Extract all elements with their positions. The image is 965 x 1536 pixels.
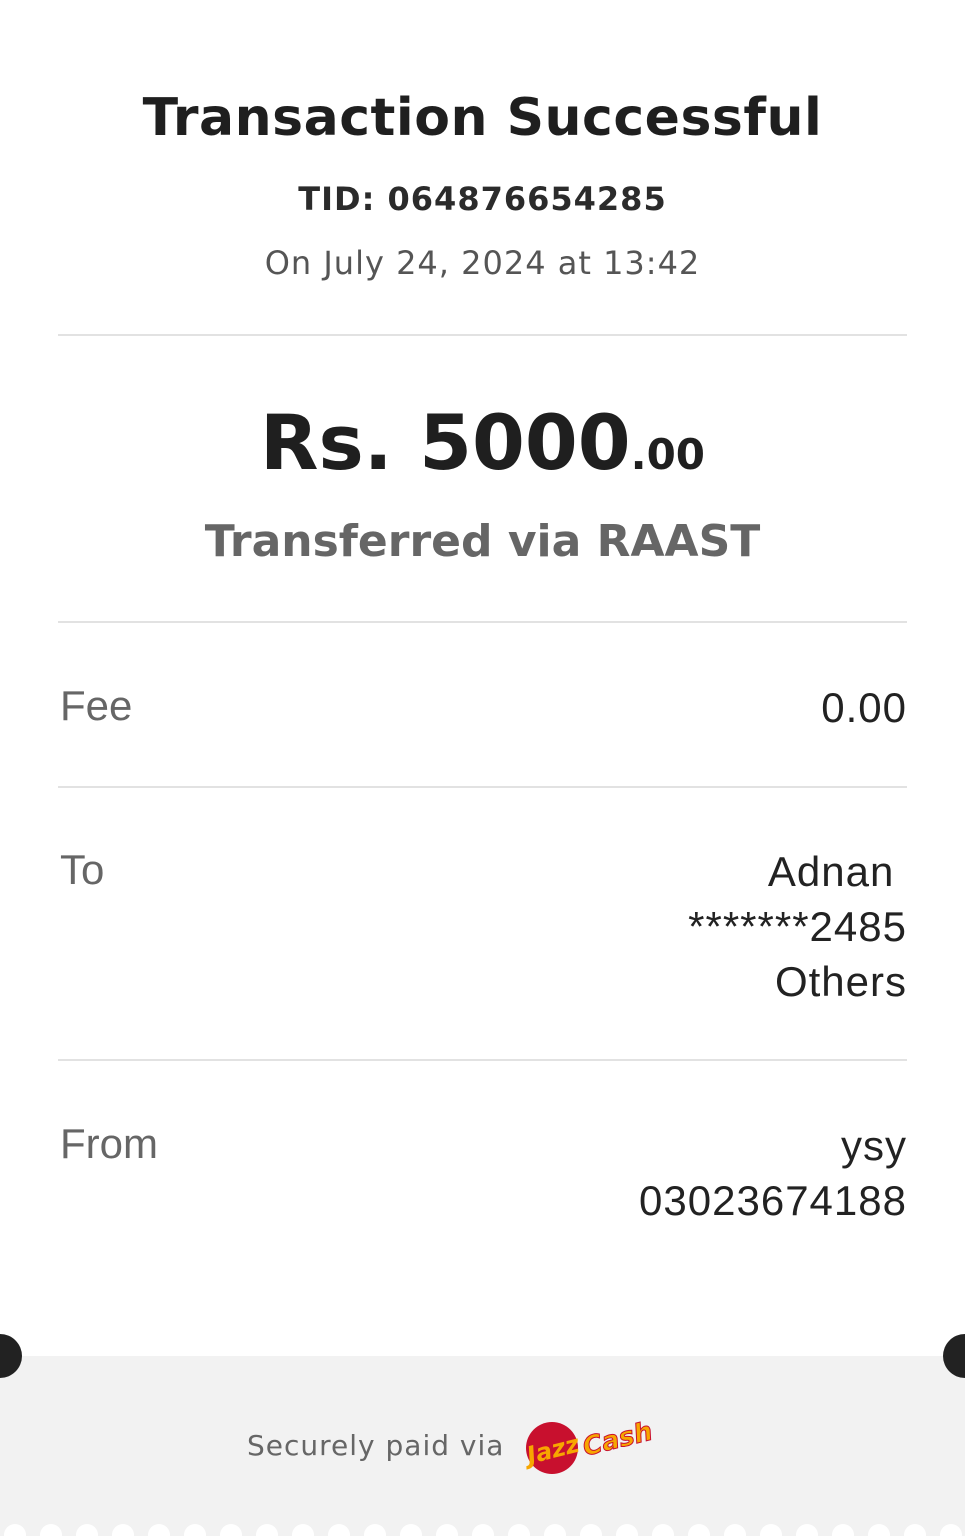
scallop-dot <box>112 1524 134 1536</box>
scallop-dot <box>724 1524 746 1536</box>
scallop-dot <box>40 1524 62 1536</box>
divider <box>58 621 907 623</box>
recipient-name: Adnan <box>767 848 907 895</box>
from-label: From <box>60 1120 158 1167</box>
scallop-dot <box>760 1524 782 1536</box>
transaction-datetime: On July 24, 2024 at 13:42 <box>264 244 701 282</box>
divider <box>58 1059 907 1061</box>
receipt-footer: Securely paid via Jazz Cash <box>0 1356 965 1536</box>
scallop-dot <box>652 1524 674 1536</box>
scallop-dot <box>184 1524 206 1536</box>
transaction-receipt: Transaction Successful TID: 064876654285… <box>0 0 965 1536</box>
page-title: Transaction Successful <box>142 88 823 148</box>
jazzcash-logo: Jazz Cash <box>520 1416 656 1474</box>
scallop-dot <box>508 1524 530 1536</box>
scallop-dot <box>76 1524 98 1536</box>
scalloped-edge <box>0 1522 965 1536</box>
sender-name: ysy <box>841 1122 907 1169</box>
scallop-dot <box>832 1524 854 1536</box>
recipient-account: *******2485 <box>688 903 907 950</box>
scallop-dot <box>328 1524 350 1536</box>
sender-account: 03023674188 <box>639 1177 907 1224</box>
to-label: To <box>60 846 105 893</box>
scallop-dot <box>400 1524 422 1536</box>
fee-label: Fee <box>60 682 133 729</box>
scallop-dot <box>436 1524 458 1536</box>
scallop-dot <box>544 1524 566 1536</box>
amount-main: Rs. 5000 <box>259 398 631 487</box>
scallop-dot <box>148 1524 170 1536</box>
scallop-dot <box>292 1524 314 1536</box>
from-value: ysy 03023674188 <box>639 1118 907 1228</box>
scallop-dot <box>220 1524 242 1536</box>
recipient-bank: Others <box>774 958 907 1005</box>
secure-paid-text: Securely paid via <box>247 1429 505 1462</box>
scallop-dot <box>616 1524 638 1536</box>
fee-value: 0.00 <box>821 680 907 735</box>
scallop-dot <box>796 1524 818 1536</box>
to-value: Adnan *******2485 Others <box>688 844 907 1009</box>
divider <box>58 334 907 336</box>
scallop-dot <box>904 1524 926 1536</box>
scallop-dot <box>688 1524 710 1536</box>
scallop-dot <box>472 1524 494 1536</box>
amount: Rs. 5000.00 <box>0 398 965 487</box>
scallop-dot <box>364 1524 386 1536</box>
fee-amount: 0.00 <box>821 684 907 731</box>
scallop-dot <box>940 1524 962 1536</box>
transaction-id: TID: 064876654285 <box>298 180 667 218</box>
logo-cash-text: Cash <box>580 1417 656 1463</box>
transfer-method: Transferred via RAAST <box>204 516 761 567</box>
scallop-dot <box>4 1524 26 1536</box>
amount-cents: .00 <box>630 430 706 479</box>
scallop-dot <box>256 1524 278 1536</box>
scallop-dot <box>868 1524 890 1536</box>
scallop-dot <box>580 1524 602 1536</box>
divider <box>58 786 907 788</box>
